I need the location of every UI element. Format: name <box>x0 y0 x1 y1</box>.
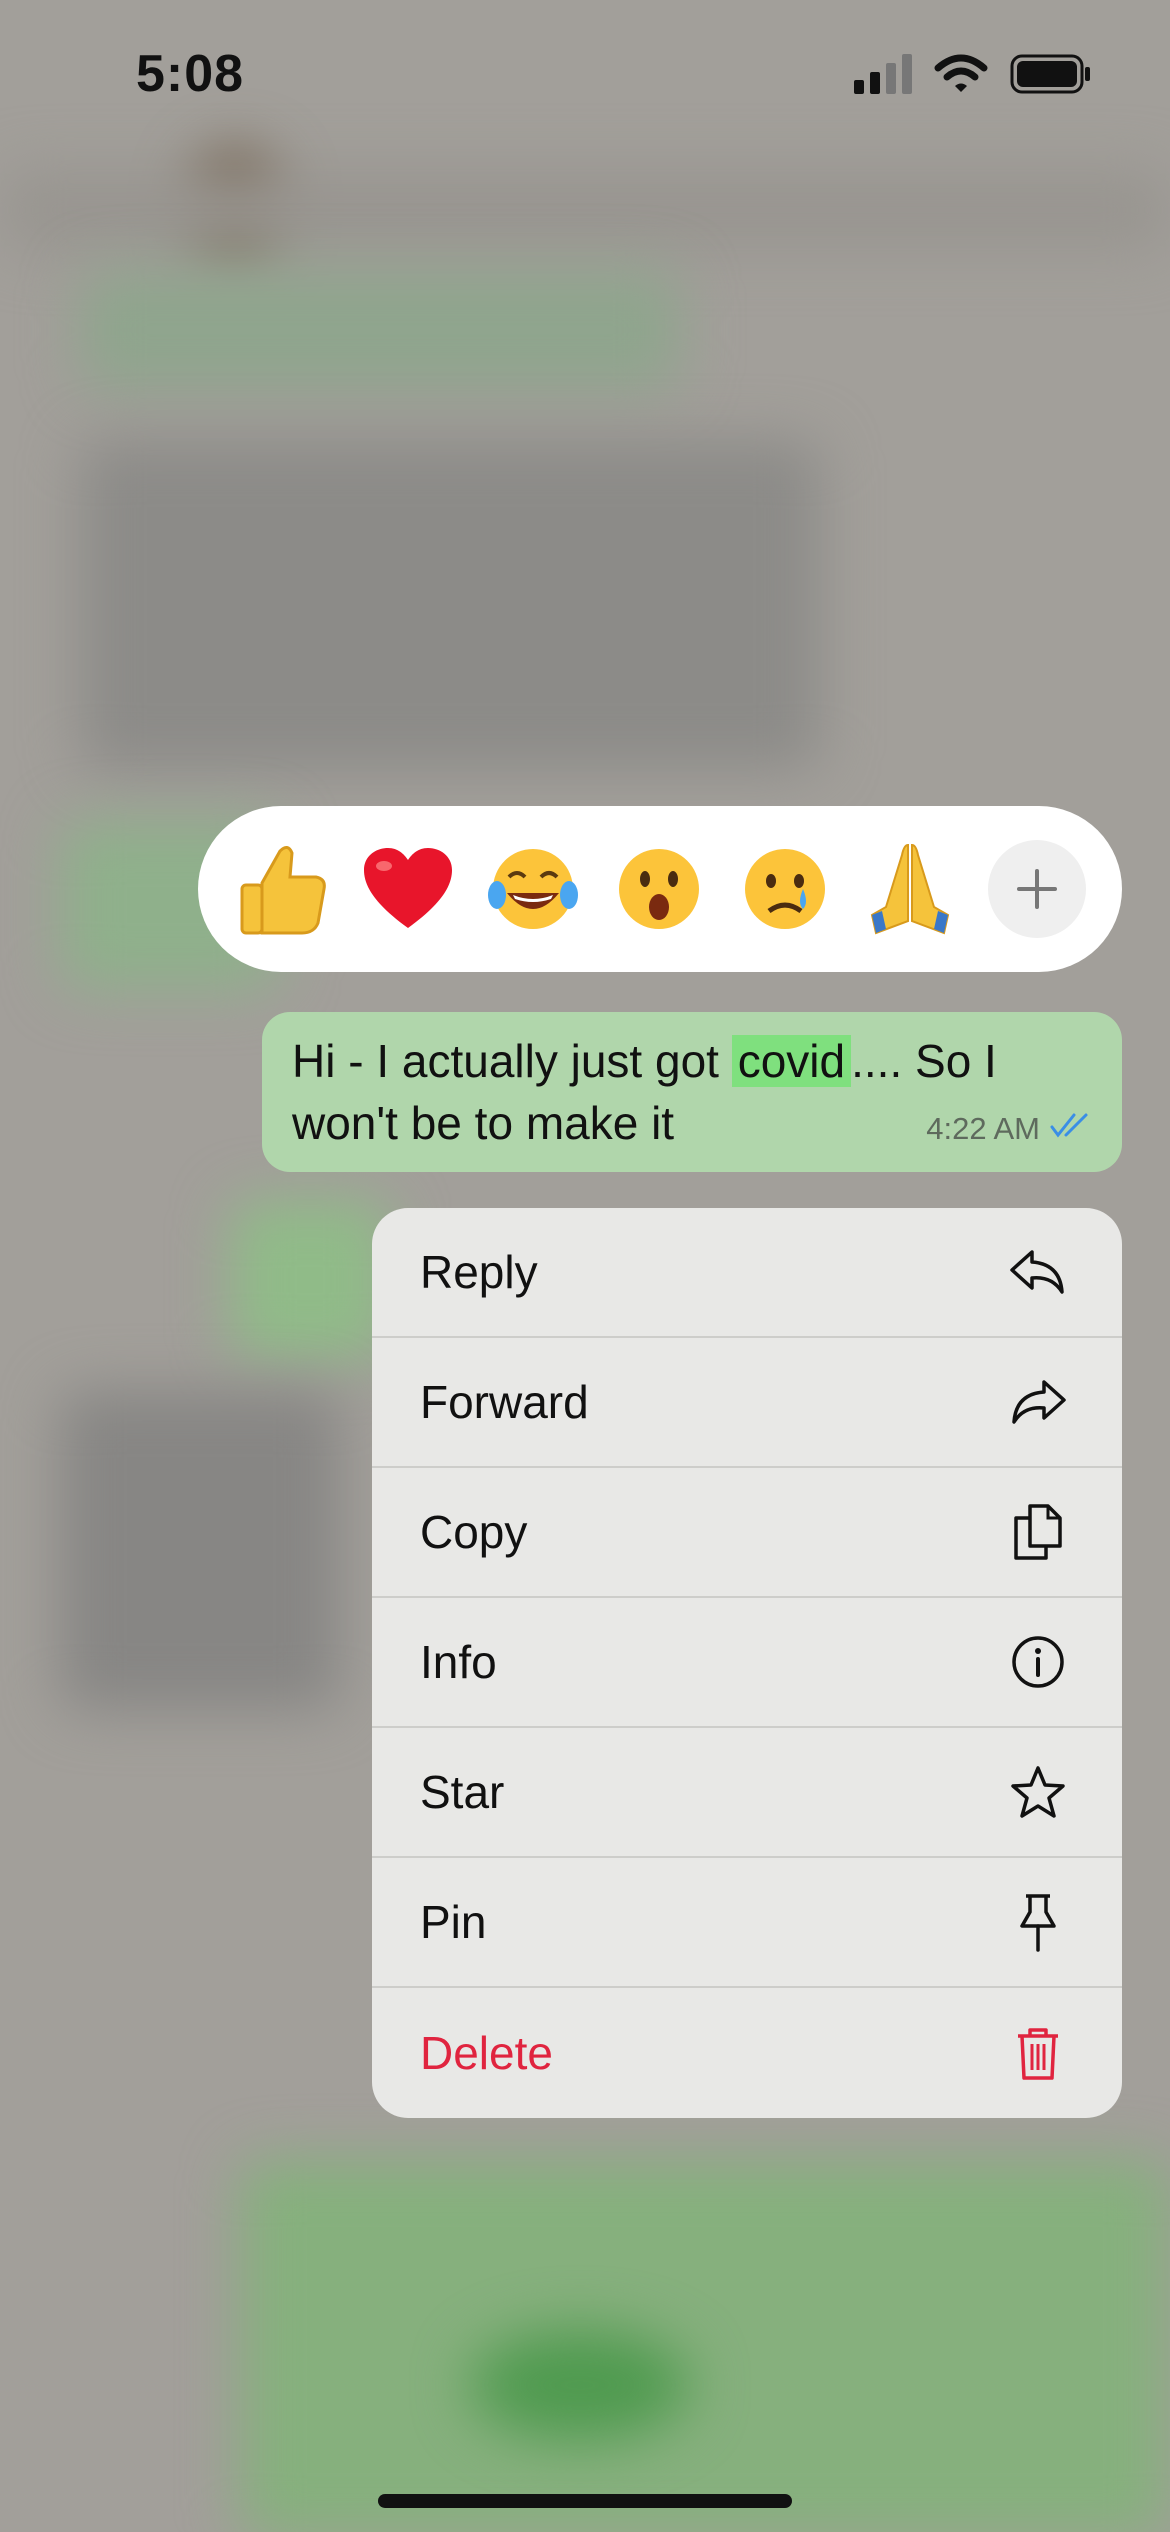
crying-icon <box>744 849 825 929</box>
surprised-reaction[interactable] <box>611 841 707 937</box>
forward-icon <box>1010 1374 1066 1430</box>
selected-message-bubble[interactable]: Hi - I actually just got covid.... So I … <box>262 1012 1122 1172</box>
message-text-start: Hi - I actually just got <box>292 1035 732 1087</box>
status-icons <box>854 54 1092 99</box>
blurred-bubble <box>80 440 820 770</box>
surprised-icon <box>618 849 699 929</box>
trash-icon <box>1010 2025 1066 2081</box>
menu-item-delete[interactable]: Delete <box>372 1988 1122 2118</box>
wifi-icon <box>934 54 988 99</box>
menu-item-copy[interactable]: Copy <box>372 1468 1122 1598</box>
home-indicator[interactable] <box>378 2494 792 2508</box>
tears-of-joy-icon <box>488 849 579 929</box>
folded-hands-icon <box>871 843 950 935</box>
highlighted-word: covid <box>731 1035 852 1087</box>
blurred-bubble <box>240 2160 1170 2532</box>
more-reactions-button[interactable] <box>987 840 1086 938</box>
menu-item-label: Reply <box>420 1246 538 1298</box>
menu-item-pin[interactable]: Pin <box>372 1858 1122 1988</box>
cellular-signal-icon <box>854 54 912 99</box>
blurred-accent <box>470 2330 690 2440</box>
pray-reaction[interactable] <box>862 841 958 937</box>
menu-item-label: Forward <box>420 1376 589 1428</box>
menu-item-info[interactable]: Info <box>372 1598 1122 1728</box>
menu-item-label: Delete <box>420 2027 553 2079</box>
message-time: 4:22 AM <box>926 1111 1040 1146</box>
sad-reaction[interactable] <box>737 841 833 937</box>
heart-reaction[interactable] <box>360 841 456 937</box>
message-meta: 4:22 AM <box>926 1098 1094 1160</box>
laughing-reaction[interactable] <box>485 841 581 937</box>
message-context-menu: Reply Forward Copy Info Star Pin Delete <box>372 1208 1122 2118</box>
menu-item-label: Copy <box>420 1506 528 1558</box>
blurred-header <box>0 170 1170 250</box>
blurred-bubble <box>60 1390 340 1710</box>
thumbs-up-icon <box>240 846 326 935</box>
red-heart-icon <box>363 848 452 928</box>
star-icon <box>1010 1764 1066 1820</box>
blurred-bubble <box>230 1200 390 1360</box>
menu-item-label: Info <box>420 1636 497 1688</box>
menu-item-label: Pin <box>420 1896 487 1948</box>
menu-item-forward[interactable]: Forward <box>372 1338 1122 1468</box>
reply-icon <box>1010 1244 1066 1300</box>
menu-item-reply[interactable]: Reply <box>372 1208 1122 1338</box>
reaction-bar <box>198 806 1122 972</box>
info-icon <box>1010 1634 1066 1690</box>
plus-icon <box>1016 869 1057 909</box>
menu-item-star[interactable]: Star <box>372 1728 1122 1858</box>
status-time: 5:08 <box>136 45 245 103</box>
copy-icon <box>1010 1504 1066 1560</box>
blurred-bubble <box>80 270 680 390</box>
battery-icon <box>1010 54 1092 99</box>
read-receipt-icon <box>1050 1098 1094 1160</box>
pin-icon <box>1010 1894 1066 1952</box>
menu-item-label: Star <box>420 1766 505 1818</box>
thumbs-up-reaction[interactable] <box>234 841 330 937</box>
